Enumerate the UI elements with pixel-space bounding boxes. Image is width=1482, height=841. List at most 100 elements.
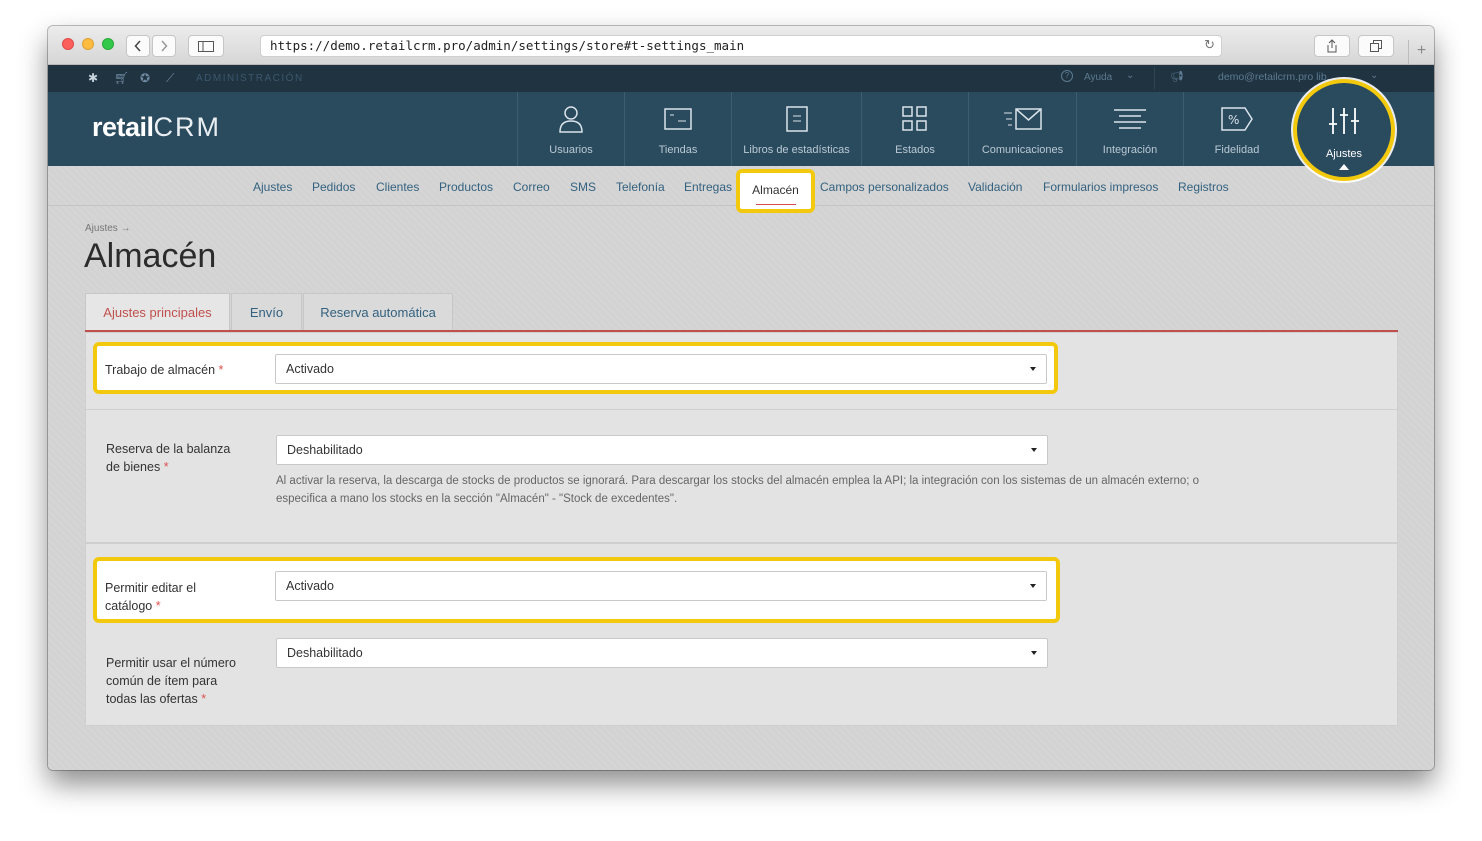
admin-label: ADMINISTRACIÓN — [196, 73, 304, 84]
user-menu[interactable]: demo@retailcrm.pro lib... — [1218, 71, 1335, 83]
help-icon[interactable]: ? — [1061, 70, 1073, 82]
subnav-formularios-impresos[interactable]: Formularios impresos — [1043, 180, 1158, 194]
subnav-pedidos[interactable]: Pedidos — [312, 180, 355, 194]
reload-icon[interactable]: ↻ — [1204, 36, 1215, 56]
grid-icon — [902, 106, 927, 131]
sidebar-toggle-button[interactable] — [188, 35, 224, 57]
subnav-telefonia[interactable]: Telefonía — [616, 180, 665, 194]
select-value: Deshabilitado — [287, 443, 363, 457]
divider — [1154, 67, 1155, 89]
caret-down-icon — [1030, 367, 1036, 371]
reserve-balance-select[interactable]: Deshabilitado — [276, 435, 1048, 465]
minimize-window-button[interactable] — [82, 38, 94, 50]
subnav-sms[interactable]: SMS — [570, 180, 596, 194]
back-button[interactable] — [126, 35, 150, 57]
lifebuoy-icon[interactable]: ✪ — [140, 71, 150, 85]
caret-down-icon — [1031, 448, 1037, 452]
envelope-icon — [1003, 108, 1042, 130]
nav-label: Usuarios — [549, 144, 593, 156]
maximize-window-button[interactable] — [102, 38, 114, 50]
cart-icon[interactable]: 🛒︎ — [114, 71, 129, 85]
tabs-overview-button[interactable] — [1358, 35, 1394, 57]
tab-ajustes-principales[interactable]: Ajustes principales — [85, 293, 230, 331]
gear-icon[interactable]: ✱ — [88, 71, 98, 85]
reserve-balance-label: Reserva de la balanza de bienes * — [106, 442, 231, 474]
content-area: Ajustes Pedidos Clientes Productos Corre… — [48, 166, 1434, 770]
nav-tiendas[interactable]: Tiendas — [624, 92, 731, 166]
select-value: Activado — [286, 362, 334, 376]
share-button[interactable] — [1314, 35, 1350, 57]
svg-text:%: % — [1228, 113, 1239, 127]
subnav-almacen-label: Almacén — [752, 183, 799, 197]
subnav-validacion[interactable]: Validación — [968, 180, 1022, 194]
logo[interactable]: retailCRM — [92, 112, 221, 143]
forward-button[interactable] — [152, 35, 176, 57]
nav-label: Integración — [1102, 144, 1158, 156]
megaphone-icon[interactable]: 📢︎ — [1170, 70, 1184, 83]
subnav-correo[interactable]: Correo — [513, 180, 550, 194]
subnav-entregas[interactable]: Entregas — [684, 180, 732, 194]
logo-crm: CRM — [153, 112, 222, 142]
subnav-clientes[interactable]: Clientes — [376, 180, 419, 194]
nav-comunicaciones[interactable]: Comunicaciones — [968, 92, 1076, 166]
subnav-ajustes[interactable]: Ajustes — [253, 180, 292, 194]
chart-icon[interactable]: ⟋ — [166, 71, 174, 86]
subnav-almacen[interactable]: Almacén — [736, 169, 815, 213]
nav-fidelidad[interactable]: % Fidelidad — [1183, 92, 1290, 166]
admin-bar: ✱ 🛒︎ ✪ ⟋ ADMINISTRACIÓN ? Ayuda ⌄ 📢︎ dem… — [48, 65, 1434, 92]
chevron-right-icon — [161, 40, 168, 52]
edit-catalog-label: Permitir editar el catálogo * — [105, 581, 196, 613]
sliders-icon — [1329, 108, 1359, 134]
nav-label: Estados — [895, 144, 935, 156]
percent-tag-icon: % — [1221, 107, 1253, 131]
edit-catalog-select[interactable]: Activado — [275, 571, 1047, 601]
select-value: Deshabilitado — [287, 646, 363, 660]
help-link[interactable]: Ayuda — [1084, 72, 1112, 83]
select-value: Activado — [286, 579, 334, 593]
form-section-reserve: Reserva de la balanza de bienes * Deshabi… — [85, 409, 1398, 543]
nav-integracion[interactable]: Integración — [1076, 92, 1183, 166]
warehouse-work-select[interactable]: Activado — [275, 354, 1047, 384]
browser-toolbar: https://demo.retailcrm.pro/admin/setting… — [48, 26, 1434, 65]
sidebar-icon — [198, 40, 214, 52]
chevron-down-icon[interactable]: ⌄ — [1370, 70, 1378, 81]
document-icon — [785, 106, 808, 132]
user-icon — [559, 106, 583, 133]
nav-label: Fidelidad — [1214, 144, 1260, 156]
lines-icon — [1114, 109, 1146, 129]
page-title: Almacén — [84, 237, 217, 275]
chevron-left-icon — [134, 40, 141, 52]
nav-usuarios[interactable]: Usuarios — [517, 92, 624, 166]
warehouse-work-label: Trabajo de almacén * — [105, 363, 224, 377]
reserve-balance-hint: Al activar la reserva, la descarga de st… — [276, 475, 1200, 505]
active-underline — [756, 204, 796, 205]
breadcrumb[interactable]: Ajustes → — [85, 223, 131, 234]
active-caret — [1339, 164, 1349, 170]
subnav-productos[interactable]: Productos — [439, 180, 493, 194]
subnav-registros[interactable]: Registros — [1178, 180, 1229, 194]
nav-label: Tiendas — [658, 144, 698, 156]
highlight-warehouse-work: Trabajo de almacén * Activado — [93, 342, 1058, 394]
nav-label: Libros de estadísticas — [743, 144, 850, 156]
settings-subnav: Ajustes Pedidos Clientes Productos Corre… — [48, 166, 1434, 213]
nav-label: Ajustes — [1325, 148, 1363, 160]
chevron-down-icon[interactable]: ⌄ — [1126, 70, 1134, 81]
share-icon — [1327, 39, 1337, 53]
common-item-number-label: Permitir usar el número común de ítem par… — [106, 656, 236, 706]
nav-label: Comunicaciones — [981, 144, 1064, 156]
common-item-number-select[interactable]: Deshabilitado — [276, 638, 1048, 668]
tab-envio[interactable]: Envío — [231, 293, 302, 331]
tab-reserva-automatica[interactable]: Reserva automática — [303, 293, 453, 331]
tabs-icon — [1370, 40, 1382, 52]
new-tab-button[interactable]: + — [1408, 40, 1434, 65]
url-text: https://demo.retailcrm.pro/admin/setting… — [270, 38, 745, 53]
nav-estados[interactable]: Estados — [861, 92, 968, 166]
nav-libros-estadisticas[interactable]: Libros de estadísticas — [731, 92, 861, 166]
address-bar[interactable]: https://demo.retailcrm.pro/admin/setting… — [260, 35, 1222, 57]
subnav-campos-personalizados[interactable]: Campos personalizados — [820, 180, 949, 194]
close-window-button[interactable] — [62, 38, 74, 50]
main-header: retailCRM Usuarios Tiendas Libros de est… — [48, 92, 1434, 166]
caret-down-icon — [1031, 651, 1037, 655]
nav-ajustes[interactable]: Ajustes — [1293, 79, 1395, 181]
browser-window: https://demo.retailcrm.pro/admin/setting… — [48, 26, 1434, 770]
